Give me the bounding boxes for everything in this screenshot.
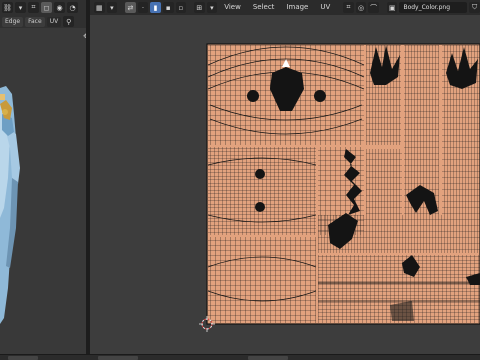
snap-icon[interactable]: ⌗ <box>343 2 354 13</box>
mode-edge-button[interactable]: Edge <box>2 16 24 27</box>
face-select-icon[interactable]: ▪ <box>162 2 174 13</box>
pin-icon[interactable]: ⌒ <box>368 2 379 13</box>
chevron-down-icon[interactable]: ▾ <box>15 2 26 13</box>
editor-type-icon[interactable]: ▦ <box>94 2 105 13</box>
pivot-icon[interactable]: ▾ <box>106 2 118 13</box>
viewport-tool-row: ⛓ ▾ ⌗ ◻ ◉ ◔ <box>0 1 86 14</box>
shading-icon[interactable]: ◔ <box>67 2 78 13</box>
edge-select-icon[interactable]: ▮ <box>150 2 161 13</box>
menu-select[interactable]: Select <box>248 0 280 15</box>
uv-canvas[interactable] <box>90 15 480 354</box>
timeline-control[interactable] <box>8 356 38 360</box>
overlay-icon[interactable]: ◻ <box>41 2 52 13</box>
timeline-control[interactable] <box>98 356 138 360</box>
mesh-mode-row: Edge Face UV ⚲ <box>0 15 86 28</box>
island-select-icon[interactable]: ▫ <box>175 2 187 13</box>
link-icon[interactable]: ⛓ <box>2 2 13 13</box>
fake-user-icon[interactable]: ⛉ <box>469 2 480 13</box>
sync-icon[interactable]: ⇄ <box>125 2 136 13</box>
timeline-strip <box>0 354 480 360</box>
image-name-field[interactable]: Body_Color.png <box>399 2 468 13</box>
uv-editor[interactable]: ▦ ▾ ⇄ · ▮ ▪ ▫ ⊞ ▾ View Select Image UV ⌗… <box>90 0 480 354</box>
character-model-preview[interactable] <box>0 28 88 354</box>
filter-icon[interactable]: ⚲ <box>63 16 75 27</box>
mode-face-button[interactable]: Face <box>25 16 45 27</box>
viewport-header: ⛓ ▾ ⌗ ◻ ◉ ◔ Edge Face UV ⚲ <box>0 0 86 28</box>
image-browse-icon[interactable]: ▣ <box>386 2 398 13</box>
timeline-control[interactable] <box>248 356 288 360</box>
proportional-icon[interactable]: ◉ <box>54 2 65 13</box>
vertex-select-icon[interactable]: · <box>137 2 149 13</box>
uv-editor-header: ▦ ▾ ⇄ · ▮ ▪ ▫ ⊞ ▾ View Select Image UV ⌗… <box>90 0 480 15</box>
menu-image[interactable]: Image <box>281 0 313 15</box>
mode-uv-button[interactable]: UV <box>46 16 62 27</box>
proportional-icon[interactable]: ◎ <box>355 2 367 13</box>
uv-island-face[interactable] <box>207 45 365 145</box>
menu-uv[interactable]: UV <box>315 0 335 15</box>
menu-view[interactable]: View <box>219 0 246 15</box>
snap-icon[interactable]: ⌗ <box>28 2 39 13</box>
viewport-3d[interactable]: ⛓ ▾ ⌗ ◻ ◉ ◔ Edge Face UV ⚲ ✥ <box>0 0 88 354</box>
sticky-icon[interactable]: ⊞ <box>193 2 205 13</box>
chevron-down-icon[interactable]: ▾ <box>206 2 218 13</box>
